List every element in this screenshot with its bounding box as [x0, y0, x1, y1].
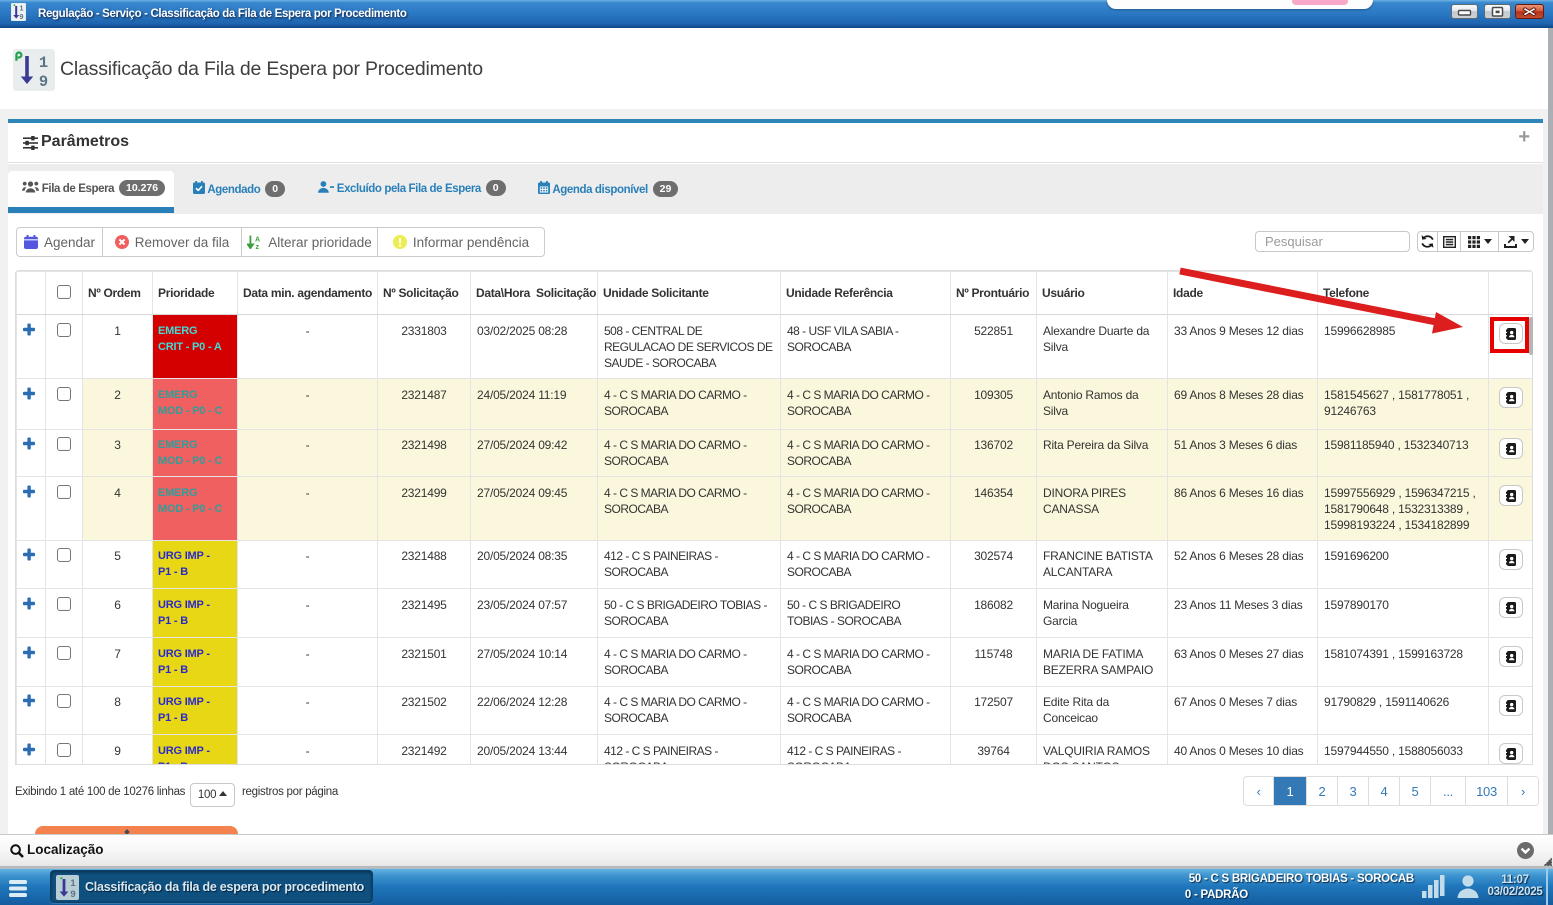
svg-text:A: A — [255, 237, 260, 244]
svg-text:1: 1 — [70, 878, 76, 889]
svg-text:z: z — [256, 244, 260, 249]
svg-text:9: 9 — [19, 12, 23, 21]
svg-text:1: 1 — [39, 54, 48, 72]
svg-text:9: 9 — [70, 889, 75, 900]
svg-text:9: 9 — [39, 73, 48, 91]
